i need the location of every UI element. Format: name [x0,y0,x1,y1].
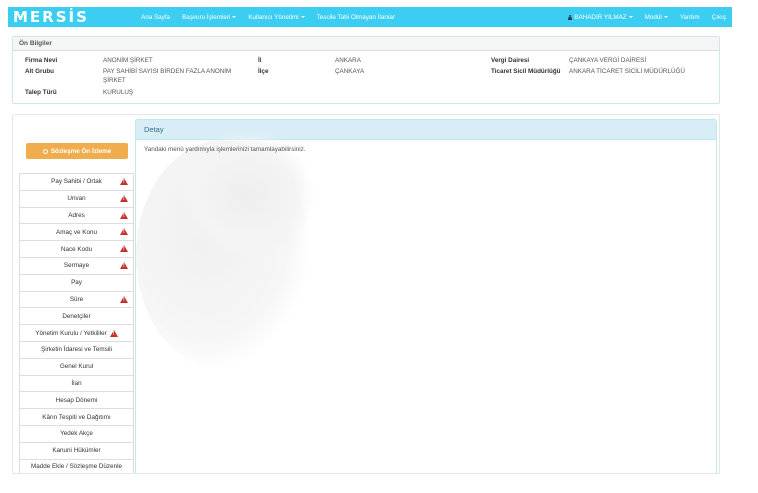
detail-panel: Detay Yandaki menü yardımıyla işlemlerin… [135,119,717,473]
nav-non-registration-ads[interactable]: Tescile Tabi Olmayan İlanlar [311,7,401,27]
request-type-value: KURULUŞ [103,89,134,96]
contract-preview-button[interactable]: Sözleşme Ön İzleme [26,143,128,159]
menu-item-legal-provisions[interactable]: Kanuni Hükümler [19,441,134,459]
menu-item-board[interactable]: Yönetim Kurulu / Yetkililer [19,324,134,341]
chevron-down-icon [663,16,668,18]
preliminary-info-panel: Ön Bilgiler Firma Nevi ANONİM ŞİRKET Alt… [12,36,720,104]
nav-help[interactable]: Yardım [674,7,706,27]
nav-user-menu[interactable]: BAHADIR YILMAZ [561,7,638,27]
menu-item-purpose[interactable]: Amaç ve Konu [19,223,134,241]
subgroup-value: PAY SAHİBİ SAYISI BİRDEN FAZLA ANONİM Şİ… [103,68,232,84]
menu-item-address[interactable]: Adres [19,206,134,224]
nav-logout[interactable]: Çıkış [706,7,732,27]
chevron-down-icon [232,16,237,18]
menu-item-add-article[interactable]: Madde Ekle / Sözleşme Düzenle [19,458,134,473]
menu-item-duration[interactable]: Süre [19,290,134,308]
user-icon [567,14,572,20]
nav-menu: Ana Sayfa Başvuru İşlemleri Kullanıcı Yö… [135,7,401,27]
tax-office-value: ÇANKAYA VERGİ DAİRESİ [569,57,647,64]
menu-item-title[interactable]: Unvan [19,189,134,207]
menu-item-announcement[interactable]: İlan [19,374,134,392]
chevron-down-icon [300,16,305,18]
main-content: Sözleşme Ön İzleme Pay Sahibi / Ortak Un… [12,114,720,474]
district-value: ÇANKAYA [335,68,365,75]
company-type-label: Firma Nevi [25,57,58,64]
district-label: İlçe [258,68,269,75]
nav-right: BAHADIR YILMAZ Modül Yardım Çıkış [561,7,732,27]
trade-registry-value: ANKARA TİCARET SİCİLİ MÜDÜRLÜĞÜ [569,68,685,75]
warning-icon [120,211,128,219]
menu-item-profit-distribution[interactable]: Kârın Tespiti ve Dağıtımı [19,408,134,425]
warning-icon [120,228,128,236]
nav-home[interactable]: Ana Sayfa [135,7,176,27]
panel-heading: Ön Bilgiler [13,37,719,51]
tax-office-label: Vergi Dairesi [491,57,530,64]
trade-registry-label: Ticaret Sicil Müdürlüğü [491,68,561,75]
warning-icon [120,245,128,253]
menu-item-auditors[interactable]: Denetçiler [19,307,134,325]
detail-body: Yandaki menü yardımıyla işlemlerinizi ta… [136,140,716,159]
menu-item-shareholders[interactable]: Pay Sahibi / Ortak [19,173,134,190]
subgroup-label: Alt Grubu [25,68,55,75]
menu-item-nace-code[interactable]: Nace Kodu [19,240,134,257]
menu-item-share[interactable]: Pay [19,273,134,291]
detail-message: Yandaki menü yardımıyla işlemlerinizi ta… [144,146,306,153]
nav-module[interactable]: Modül [639,7,674,27]
logo-text: MERSİS [13,8,89,26]
menu-item-general-assembly[interactable]: Genel Kurul [19,357,134,375]
nav-application-operations[interactable]: Başvuru İşlemleri [176,7,242,27]
contract-sections-menu: Pay Sahibi / Ortak Unvan Adres Amaç ve K… [19,173,134,473]
province-value: ANKARA [335,57,361,64]
mersis-logo[interactable]: MERSİS [8,7,135,27]
top-navbar: MERSİS Ana Sayfa Başvuru İşlemleri Kulla… [8,7,732,27]
menu-item-capital[interactable]: Sermaye [19,256,134,274]
info-grid: Firma Nevi ANONİM ŞİRKET Alt Grubu PAY S… [13,51,719,103]
chevron-down-icon [628,16,633,18]
eye-icon [42,148,48,154]
province-label: İl [258,57,262,64]
menu-item-fiscal-period[interactable]: Hesap Dönemi [19,391,134,409]
request-type-label: Talep Türü [25,89,57,96]
warning-icon [120,194,128,202]
menu-item-management[interactable]: Şirketin İdaresi ve Temsili [19,340,134,358]
warning-icon [109,329,118,337]
menu-item-reserve-fund[interactable]: Yedek Akçe [19,424,134,442]
nav-user-management[interactable]: Kullanıcı Yönetimi [242,7,310,27]
warning-icon [120,295,128,303]
company-type-value: ANONİM ŞİRKET [103,57,153,64]
warning-icon [120,178,128,185]
warning-icon [120,261,128,269]
